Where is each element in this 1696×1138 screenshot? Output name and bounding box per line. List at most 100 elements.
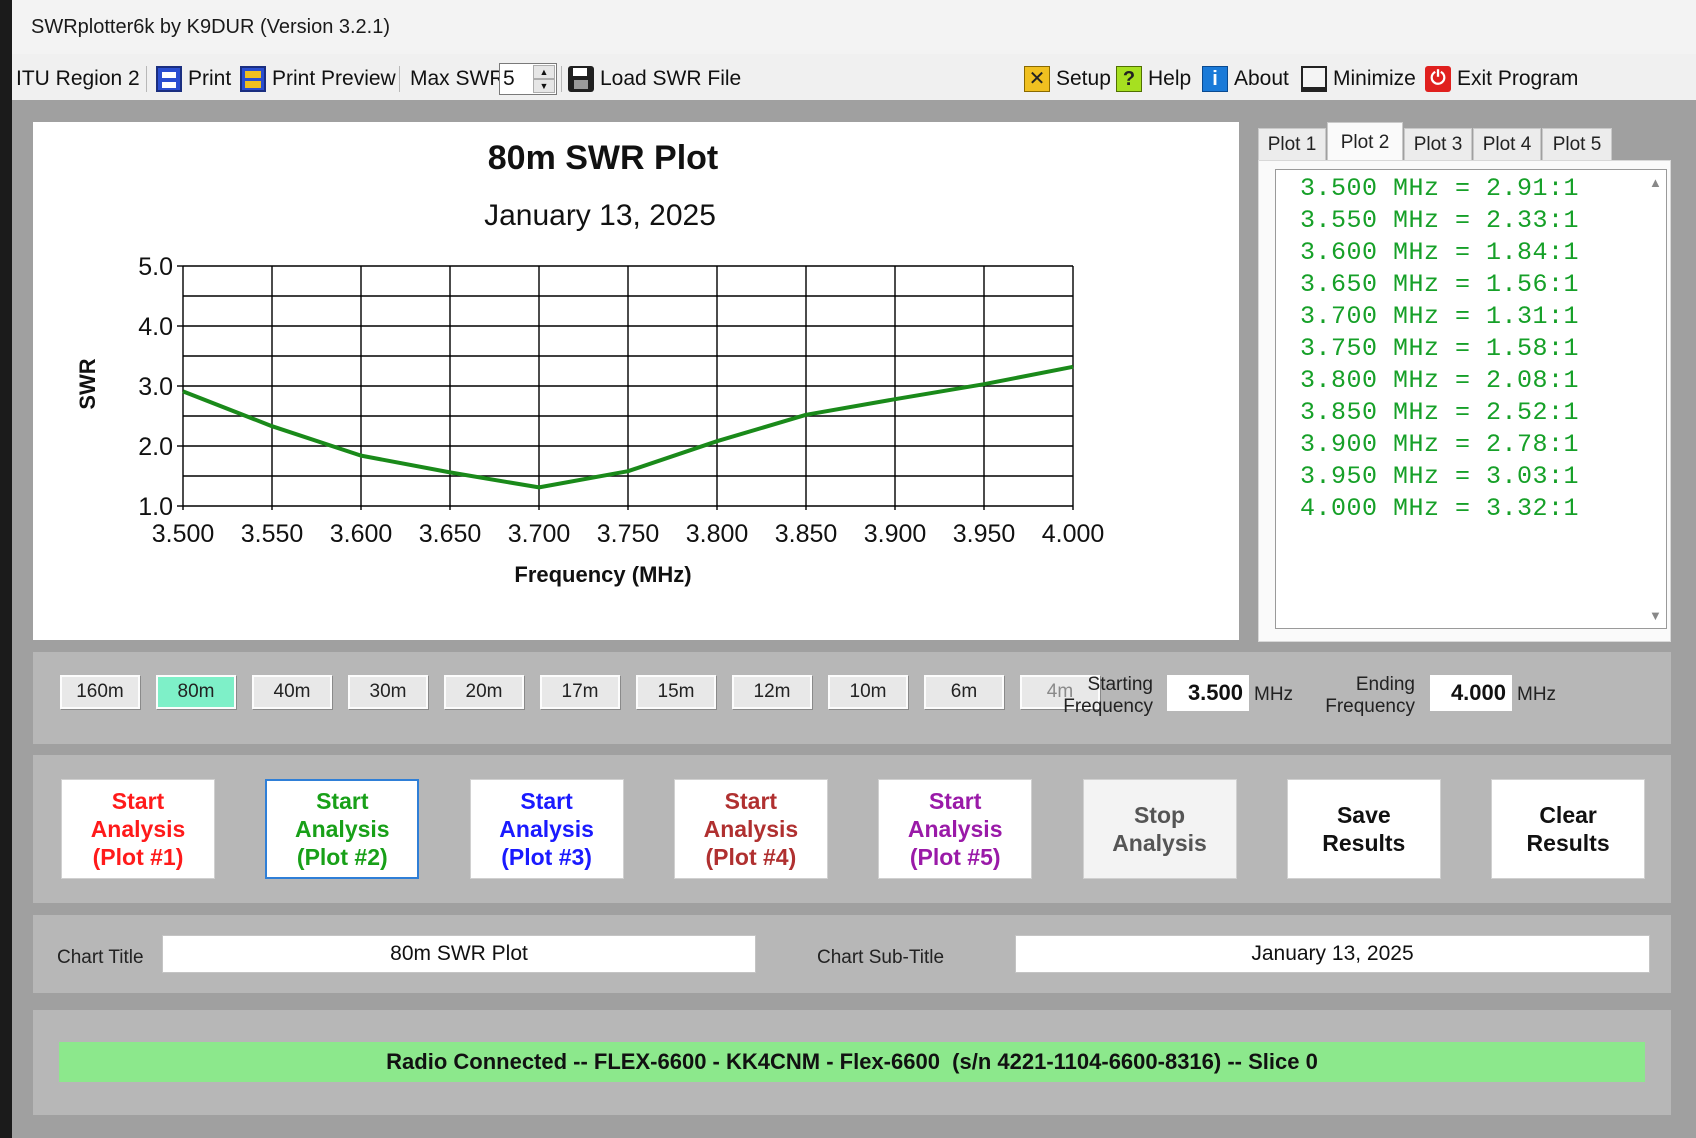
- x-tick-label: 3.750: [597, 520, 660, 548]
- chart-subtitle-input[interactable]: January 13, 2025: [1015, 935, 1650, 973]
- scroll-up-icon[interactable]: ▲: [1649, 175, 1662, 190]
- power-icon: ⏻: [1425, 66, 1451, 92]
- chart-grid: [182, 265, 1074, 510]
- band-panel: 160m 80m 40m 30m 20m 17m 15m 12m 10m 6m 4m Startin…: [33, 652, 1671, 744]
- tab-plot-3[interactable]: Plot 3: [1404, 128, 1472, 160]
- region-label: ITU Region 2: [16, 67, 140, 90]
- about-button[interactable]: i About: [1202, 64, 1289, 94]
- starting-frequency-label: Starting Frequency: [1043, 674, 1153, 718]
- exit-program-label: Exit Program: [1457, 67, 1579, 90]
- x-tick-label: 3.500: [152, 520, 215, 548]
- stepper-up-icon[interactable]: ▲: [533, 65, 555, 79]
- title-bar: SWRplotter6k by K9DUR (Version 3.2.1): [12, 0, 1696, 54]
- titles-panel: Chart Title 80m SWR Plot Chart Sub-Title…: [33, 915, 1671, 993]
- x-tick-label: 3.550: [241, 520, 304, 548]
- x-tick-label: 3.700: [508, 520, 571, 548]
- tab-plot-1[interactable]: Plot 1: [1258, 128, 1326, 160]
- tab-plot-2[interactable]: Plot 2: [1327, 122, 1403, 162]
- x-tick-label: 3.900: [864, 520, 927, 548]
- band-button-30m[interactable]: 30m: [348, 675, 428, 709]
- start-analysis-plot2-button[interactable]: Start Analysis (Plot #2): [265, 779, 420, 879]
- toolbar-divider: [399, 66, 400, 92]
- max-swr-value: 5: [503, 67, 515, 90]
- region-button[interactable]: ITU Region 2: [16, 64, 140, 94]
- clear-results-button[interactable]: Clear Results: [1491, 779, 1646, 879]
- swr-chart: 80m SWR Plot January 13, 2025 1.0 2.0 3.0 4…: [33, 122, 1239, 640]
- y-tick-label: 1.0: [138, 493, 173, 521]
- ending-frequency-field[interactable]: 4.000: [1430, 675, 1512, 711]
- swr-chart-svg: 80m SWR Plot January 13, 2025 1.0 2.0 3.0 4…: [75, 139, 1105, 587]
- result-line: 3.750 MHz = 1.58:1: [1300, 334, 1580, 363]
- status-panel: Radio Connected -- FLEX-6600 - KK4CNM - …: [33, 1010, 1671, 1115]
- results-list[interactable]: 3.500 MHz = 2.91:1 3.550 MHz = 2.33:1 3.60…: [1275, 169, 1667, 629]
- start-analysis-plot3-button[interactable]: Start Analysis (Plot #3): [469, 779, 624, 879]
- print-preview-icon: [240, 66, 266, 92]
- start-analysis-plot4-button[interactable]: Start Analysis (Plot #4): [673, 779, 828, 879]
- scroll-down-icon[interactable]: ▼: [1649, 608, 1662, 623]
- start-analysis-plot1-button[interactable]: Start Analysis (Plot #1): [61, 779, 215, 879]
- result-line: 3.950 MHz = 3.03:1: [1300, 462, 1580, 491]
- chart-title-label: Chart Title: [57, 947, 144, 968]
- stop-analysis-button[interactable]: Stop Analysis: [1082, 779, 1237, 879]
- stepper-down-icon[interactable]: ▼: [533, 79, 555, 93]
- x-tick-label: 3.800: [686, 520, 749, 548]
- chart-title: 80m SWR Plot: [488, 139, 718, 177]
- band-button-40m[interactable]: 40m: [252, 675, 332, 709]
- floppy-disk-icon: [568, 66, 594, 92]
- help-icon: ?: [1116, 66, 1142, 92]
- starting-frequency-unit: MHz: [1254, 684, 1294, 705]
- x-tick-label: 3.600: [330, 520, 393, 548]
- ending-frequency-label: Ending Frequency: [1305, 674, 1415, 718]
- max-swr-stepper[interactable]: 5 ▲ ▼: [499, 63, 557, 95]
- setup-button[interactable]: ✕ Setup: [1024, 64, 1111, 94]
- x-tick-label: 4.000: [1042, 520, 1105, 548]
- analysis-panel: Start Analysis (Plot #1) Start Analysis (…: [33, 755, 1671, 903]
- results-panel: 3.500 MHz = 2.91:1 3.550 MHz = 2.33:1 3.60…: [1258, 160, 1671, 642]
- chart-title-input[interactable]: 80m SWR Plot: [162, 935, 756, 973]
- starting-frequency-field[interactable]: 3.500: [1167, 675, 1249, 711]
- setup-label: Setup: [1056, 67, 1111, 90]
- result-line: 4.000 MHz = 3.32:1: [1300, 494, 1580, 523]
- y-tick-label: 2.0: [138, 433, 173, 461]
- band-button-6m[interactable]: 6m: [924, 675, 1004, 709]
- app-window: SWRplotter6k by K9DUR (Version 3.2.1) IT…: [12, 0, 1696, 1138]
- band-button-160m[interactable]: 160m: [60, 675, 140, 709]
- max-swr-label: Max SWR: [410, 64, 505, 94]
- y-tick-label: 4.0: [138, 313, 173, 341]
- results-scrollbar[interactable]: ▲ ▼: [1647, 171, 1665, 627]
- tab-plot-4[interactable]: Plot 4: [1473, 128, 1541, 160]
- band-button-12m[interactable]: 12m: [732, 675, 812, 709]
- print-label: Print: [188, 67, 232, 90]
- result-line: 3.650 MHz = 1.56:1: [1300, 270, 1580, 299]
- about-label: About: [1234, 67, 1289, 90]
- x-axis-ticks: 3.500 3.550 3.600 3.650 3.700 3.750 3.800 3.850…: [152, 520, 1105, 548]
- load-swr-file-button[interactable]: Load SWR File: [568, 64, 741, 94]
- tools-icon: ✕: [1024, 66, 1050, 92]
- print-button[interactable]: Print: [156, 64, 231, 94]
- band-button-17m[interactable]: 17m: [540, 675, 620, 709]
- result-line: 3.550 MHz = 2.33:1: [1300, 206, 1580, 235]
- y-tick-label: 5.0: [138, 253, 173, 281]
- y-axis-ticks: 1.0 2.0 3.0 4.0 5.0: [138, 253, 183, 521]
- x-tick-label: 3.650: [419, 520, 482, 548]
- band-button-20m[interactable]: 20m: [444, 675, 524, 709]
- tab-plot-5[interactable]: Plot 5: [1542, 128, 1612, 160]
- exit-program-button[interactable]: ⏻ Exit Program: [1425, 64, 1578, 94]
- band-button-80m[interactable]: 80m: [156, 675, 236, 709]
- print-preview-label: Print Preview: [272, 67, 396, 90]
- result-line: 3.850 MHz = 2.52:1: [1300, 398, 1580, 427]
- save-results-button[interactable]: Save Results: [1286, 779, 1441, 879]
- band-button-10m[interactable]: 10m: [828, 675, 908, 709]
- radio-status-bar: Radio Connected -- FLEX-6600 - KK4CNM - …: [59, 1042, 1645, 1082]
- start-analysis-plot5-button[interactable]: Start Analysis (Plot #5): [878, 779, 1033, 879]
- minimize-button[interactable]: Minimize: [1301, 64, 1416, 94]
- help-button[interactable]: ? Help: [1116, 64, 1191, 94]
- print-preview-button[interactable]: Print Preview: [240, 64, 396, 94]
- x-axis-label: Frequency (MHz): [514, 562, 691, 587]
- result-line: 3.900 MHz = 2.78:1: [1300, 430, 1580, 459]
- minimize-label: Minimize: [1333, 67, 1416, 90]
- toolbar: ITU Region 2 Print Print Preview Max SWR…: [12, 60, 1696, 98]
- minimize-icon: [1301, 66, 1327, 92]
- help-label: Help: [1148, 67, 1192, 90]
- band-button-15m[interactable]: 15m: [636, 675, 716, 709]
